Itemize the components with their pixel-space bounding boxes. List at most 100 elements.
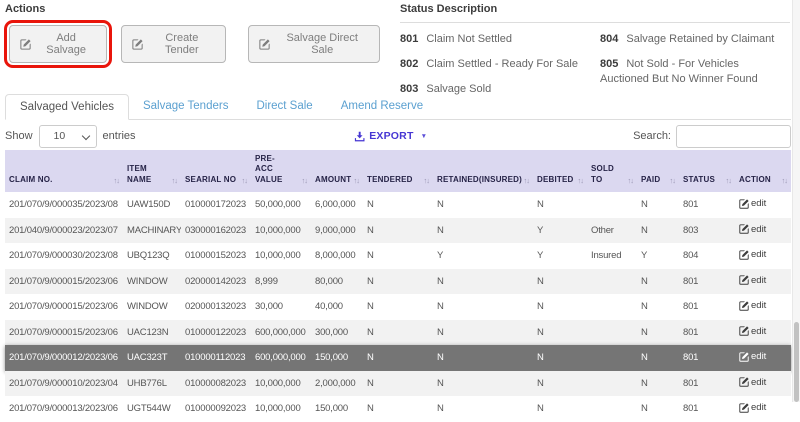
column-header-debited[interactable]: DEBITED↑↓ <box>533 150 587 192</box>
pencil-square-icon <box>739 377 749 387</box>
entries-select[interactable]: 10 <box>39 125 97 148</box>
scrollbar-thumb[interactable] <box>794 322 799 402</box>
table-cell: 30,000 <box>251 294 311 320</box>
column-header-paid[interactable]: PAID↑↓ <box>637 150 679 192</box>
table-row[interactable]: 201/070/9/000015/2023/06WINDOW0200001420… <box>5 269 791 295</box>
table-row[interactable]: 201/070/9/000010/2023/04UHB776L010000082… <box>5 371 791 397</box>
edit-link[interactable]: edit <box>739 299 766 312</box>
column-header-sold-to[interactable]: SOLD TO↑↓ <box>587 150 637 192</box>
export-button[interactable]: EXPORT ▼ <box>354 130 427 142</box>
edit-link[interactable]: edit <box>739 376 766 389</box>
column-label: ITEM NAME <box>127 164 171 185</box>
table-cell: 10,000,000 <box>251 371 311 397</box>
sort-icon[interactable]: ↑↓ <box>172 176 178 185</box>
edit-link[interactable]: edit <box>739 274 766 287</box>
column-header-searial-no[interactable]: SEARIAL NO↑↓ <box>181 150 251 192</box>
edit-link[interactable]: edit <box>739 223 766 236</box>
pencil-square-icon <box>132 39 143 50</box>
search-input[interactable] <box>676 125 791 148</box>
table-cell: Y <box>533 218 587 244</box>
table-cell: 201/070/9/000010/2023/04 <box>5 371 123 397</box>
table-row[interactable]: 201/040/9/000023/2023/07MACHINARY0300001… <box>5 218 791 244</box>
column-header-claim-no[interactable]: CLAIM NO.↑↓ <box>5 150 123 192</box>
sort-icon[interactable]: ↑↓ <box>354 176 360 185</box>
sort-icon[interactable]: ↑↓ <box>670 176 676 185</box>
column-header-status[interactable]: STATUS↑↓ <box>679 150 735 192</box>
sort-icon[interactable]: ↑↓ <box>782 176 788 185</box>
table-cell: 801 <box>679 192 735 218</box>
table-cell: 9,000,000 <box>311 218 363 244</box>
table-row[interactable]: 201/070/9/000015/2023/06UAC123N010000122… <box>5 320 791 346</box>
column-header-action[interactable]: ACTION↑↓ <box>735 150 791 192</box>
column-header-amount[interactable]: AMOUNT↑↓ <box>311 150 363 192</box>
sort-icon[interactable]: ↑↓ <box>424 176 430 185</box>
column-header-retained-insured[interactable]: RETAINED(INSURED)↑↓ <box>433 150 533 192</box>
sort-icon[interactable]: ↑↓ <box>242 176 248 185</box>
sort-icon[interactable]: ↑↓ <box>302 176 308 185</box>
salvage-management-page: Actions Add SalvageCreate TenderSalvage … <box>0 0 800 402</box>
table-cell: UAC123N <box>123 320 181 346</box>
add-salvage-button[interactable]: Add Salvage <box>9 25 107 63</box>
table-cell: 030000162023 <box>181 218 251 244</box>
create-tender-button[interactable]: Create Tender <box>121 25 226 63</box>
pencil-square-icon <box>739 275 749 285</box>
status-item-804: 804Salvage Retained by Claimant <box>600 32 790 47</box>
edit-link[interactable]: edit <box>739 248 766 261</box>
table-cell: Y <box>433 243 533 269</box>
status-text: Claim Settled - Ready For Sale <box>426 58 578 70</box>
table-cell <box>587 345 637 371</box>
table-cell: 801 <box>679 269 735 295</box>
sort-icon[interactable]: ↑↓ <box>524 176 530 185</box>
scrollbar[interactable] <box>792 0 800 402</box>
status-text: Not Sold - For Vehicles Auctioned But No… <box>600 58 758 85</box>
table-cell <box>587 269 637 295</box>
edit-label: edit <box>751 376 766 389</box>
edit-link[interactable]: edit <box>739 350 766 363</box>
edit-link[interactable]: edit <box>739 197 766 210</box>
tab-salvaged-vehicles[interactable]: Salvaged Vehicles <box>5 94 129 120</box>
table-cell <box>587 192 637 218</box>
edit-label: edit <box>751 197 766 210</box>
edit-link[interactable]: edit <box>739 325 766 338</box>
table-cell: N <box>433 345 533 371</box>
search-control: Search: <box>633 125 791 148</box>
table-row-selected[interactable]: 201/070/9/000012/2023/06UAC323T010000112… <box>5 345 791 371</box>
table-cell-action: edit <box>735 320 791 346</box>
actions-buttons: Add Salvage Create Tender Salvage Direct S… <box>9 25 390 63</box>
column-header-item-name[interactable]: ITEM NAME↑↓ <box>123 150 181 192</box>
table-cell <box>587 396 637 422</box>
tab-salvage-tenders[interactable]: Salvage Tenders <box>129 94 242 120</box>
table-cell-action: edit <box>735 218 791 244</box>
table-row[interactable]: 201/070/9/000035/2023/08UAW150D010000172… <box>5 192 791 218</box>
download-icon <box>354 131 365 142</box>
status-code: 802 <box>400 58 418 70</box>
table-cell: 300,000 <box>311 320 363 346</box>
sort-icon[interactable]: ↑↓ <box>628 176 634 185</box>
table-cell: N <box>637 269 679 295</box>
table-row[interactable]: 201/070/9/000030/2023/08UBQ123Q010000152… <box>5 243 791 269</box>
table-cell: N <box>363 294 433 320</box>
tab-amend-reserve[interactable]: Amend Reserve <box>327 94 437 120</box>
sort-icon[interactable]: ↑↓ <box>726 176 732 185</box>
edit-label: edit <box>751 223 766 236</box>
column-header-tendered[interactable]: TENDERED↑↓ <box>363 150 433 192</box>
column-header-pre-acc-value[interactable]: PRE-ACC VALUE↑↓ <box>251 150 311 192</box>
table-cell: N <box>433 320 533 346</box>
salvage-direct-sale-button[interactable]: Salvage Direct Sale <box>248 25 380 63</box>
sort-icon[interactable]: ↑↓ <box>114 176 120 185</box>
status-code: 804 <box>600 33 618 45</box>
table-cell: 600,000,000 <box>251 345 311 371</box>
table-cell: 8,999 <box>251 269 311 295</box>
sort-icon[interactable]: ↑↓ <box>578 176 584 185</box>
edit-link[interactable]: edit <box>739 401 766 414</box>
table-cell-action: edit <box>735 345 791 371</box>
table-cell: 2,000,000 <box>311 371 363 397</box>
pencil-square-icon <box>739 301 749 311</box>
tab-direct-sale[interactable]: Direct Sale <box>242 94 326 120</box>
table-cell: 150,000 <box>311 345 363 371</box>
table-cell: 10,000,000 <box>251 218 311 244</box>
table-row[interactable]: 201/070/9/000013/2023/06UGT544W010000092… <box>5 396 791 422</box>
table-cell: 8,000,000 <box>311 243 363 269</box>
caret-down-icon: ▼ <box>421 133 428 140</box>
table-row[interactable]: 201/070/9/000015/2023/06WINDOW0200001320… <box>5 294 791 320</box>
